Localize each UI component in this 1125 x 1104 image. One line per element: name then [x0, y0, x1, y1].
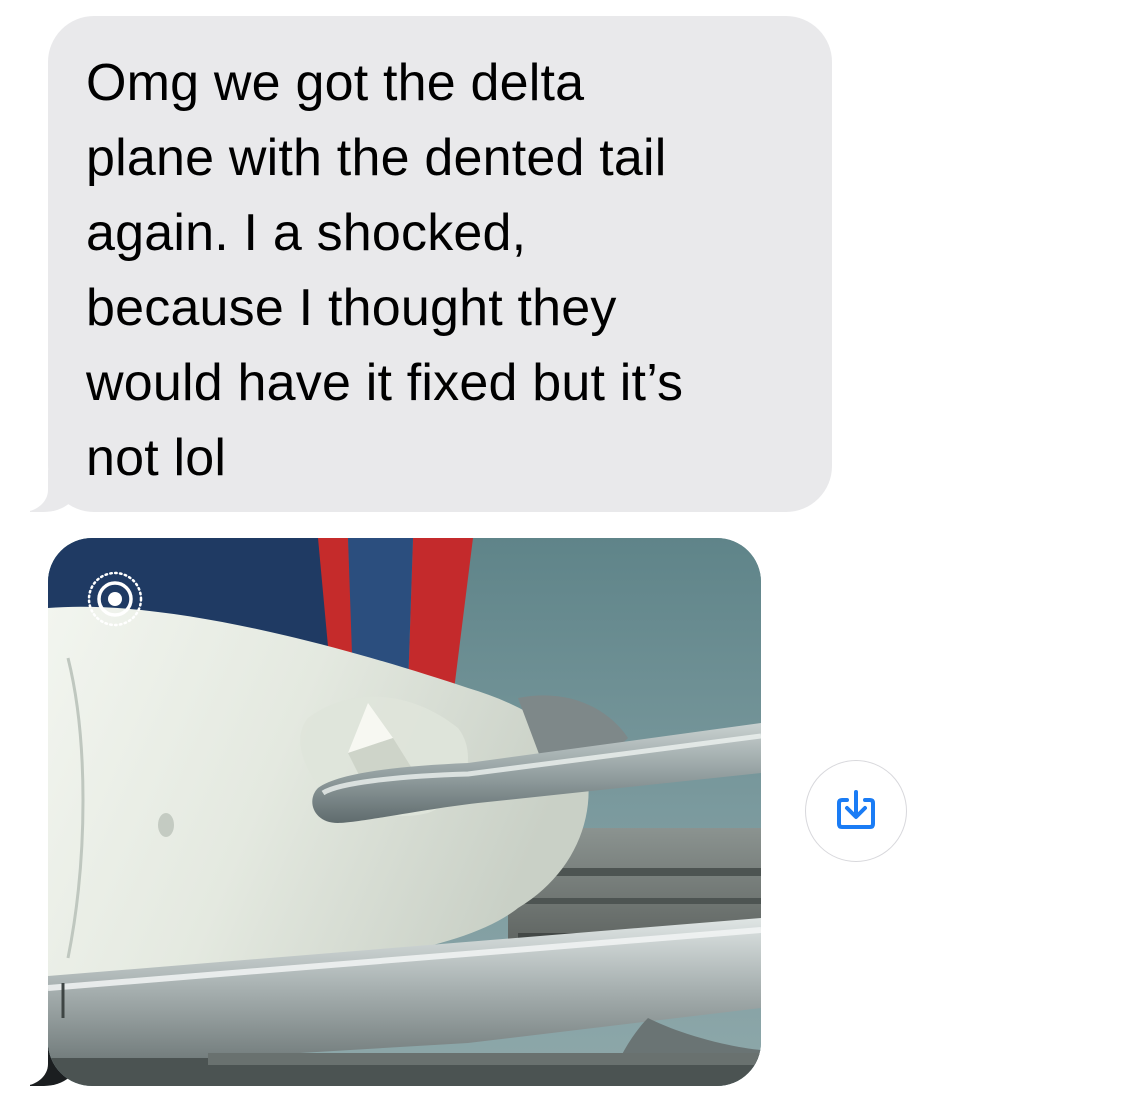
- save-to-photos-icon: [837, 790, 875, 829]
- save-photo-button[interactable]: [805, 760, 907, 862]
- live-photo-icon: [87, 571, 143, 627]
- bubble-tail-mask: [8, 450, 48, 512]
- message-text: Omg we got the delta plane with the dent…: [86, 54, 684, 487]
- incoming-message-bubble[interactable]: Omg we got the delta plane with the dent…: [48, 16, 832, 512]
- airplane-tail-photo: [48, 538, 761, 1086]
- bubble-tail-mask: [8, 1024, 48, 1086]
- incoming-photo-message[interactable]: [48, 538, 761, 1086]
